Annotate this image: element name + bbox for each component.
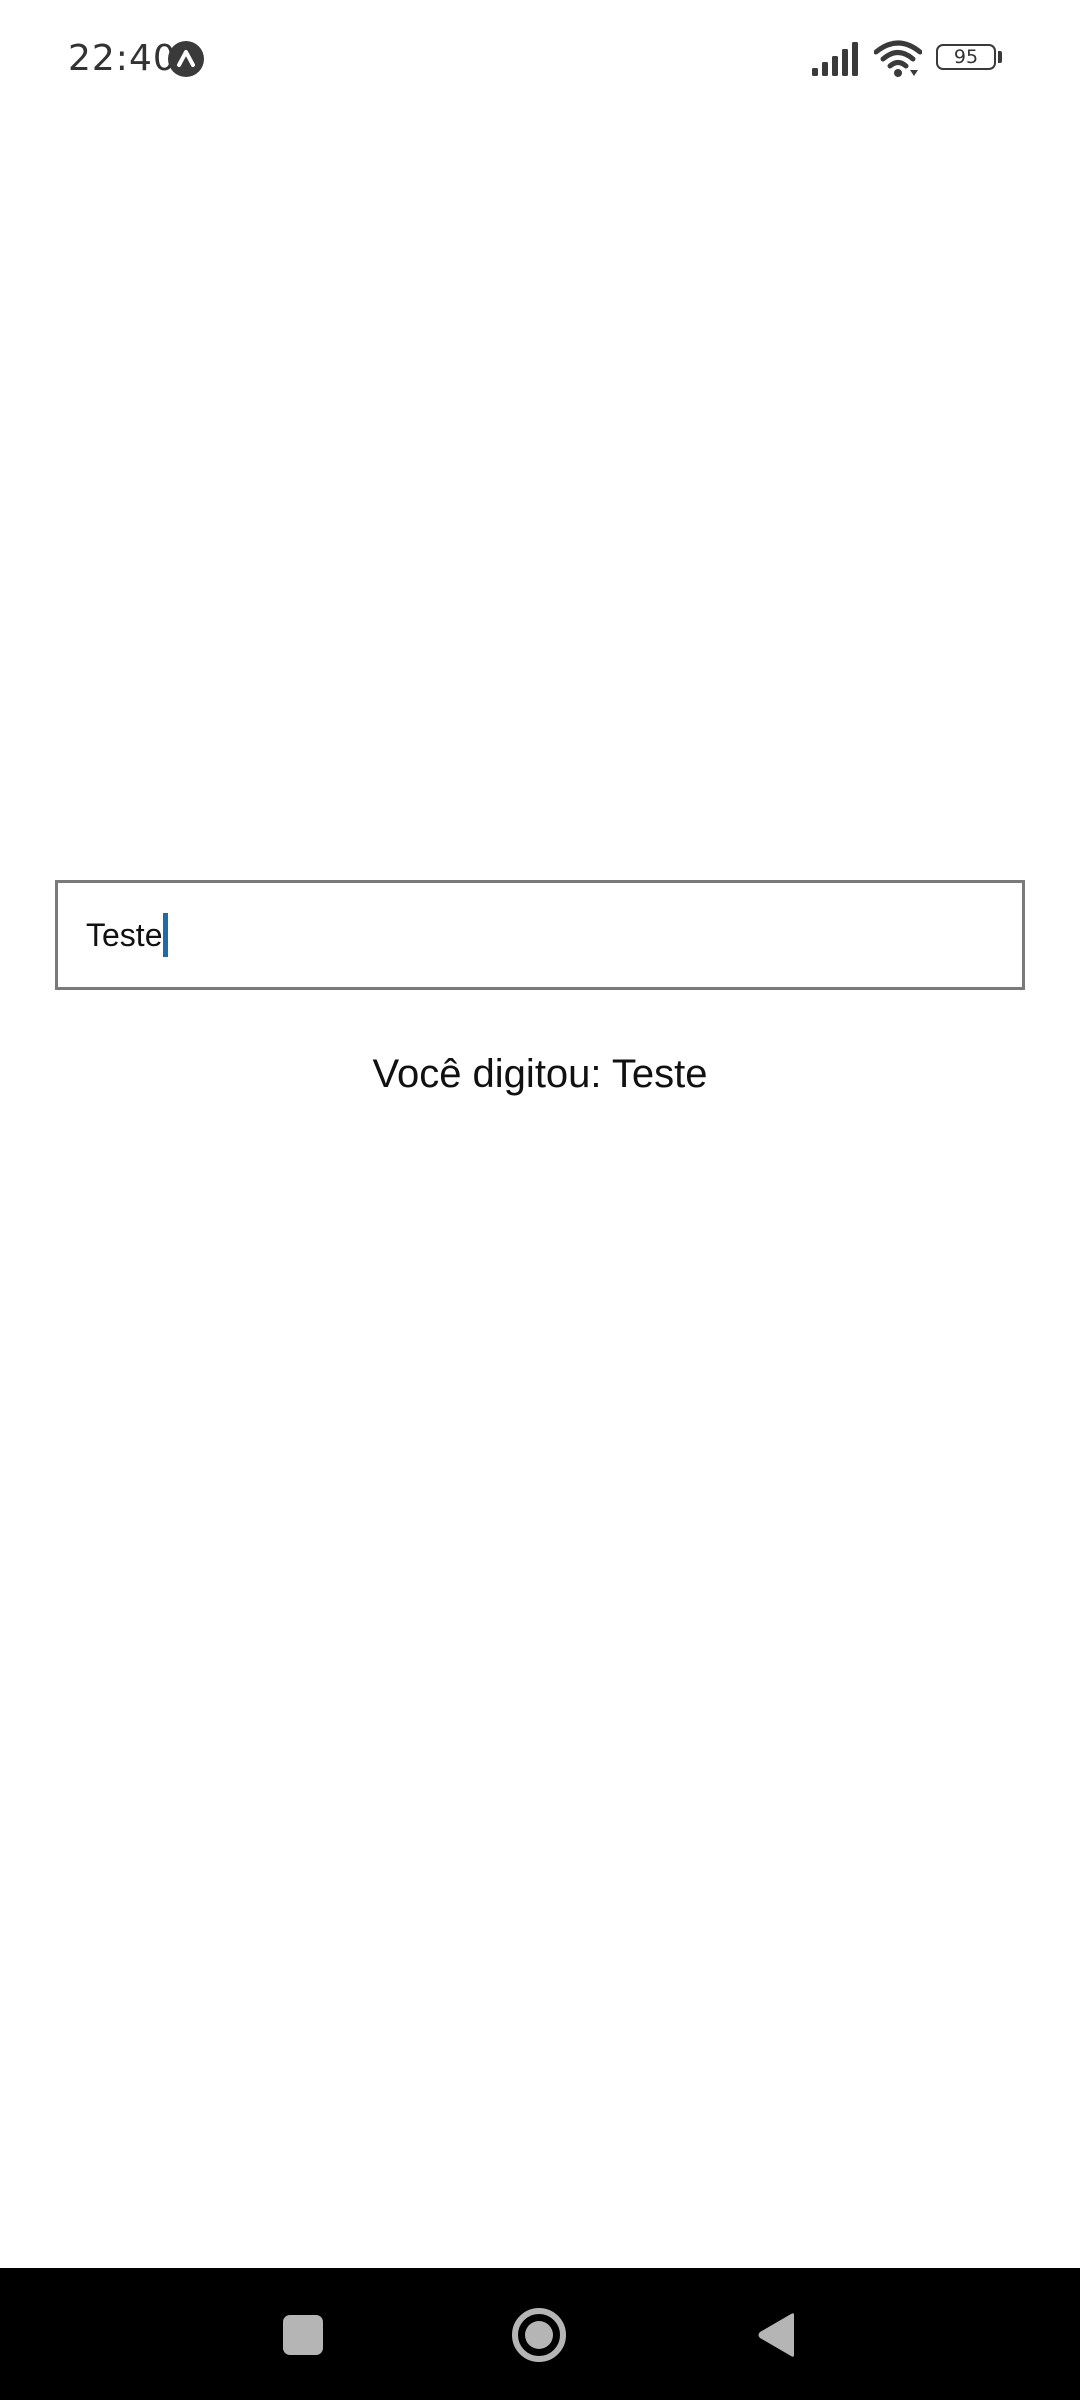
status-time: 22:40 bbox=[68, 38, 177, 79]
battery-tip bbox=[998, 51, 1002, 63]
navigation-bar bbox=[0, 2268, 1080, 2400]
home-icon[interactable] bbox=[511, 2307, 567, 2363]
back-icon[interactable] bbox=[756, 2312, 796, 2358]
status-bar: 22:40 95 bbox=[0, 0, 1080, 120]
battery-indicator: 95 bbox=[936, 44, 1002, 74]
typed-output-text: Você digitou: Teste bbox=[372, 1052, 708, 1096]
battery-level: 95 bbox=[936, 44, 996, 70]
signal-icon bbox=[812, 42, 858, 76]
text-cursor bbox=[163, 913, 169, 957]
recents-icon[interactable] bbox=[283, 2315, 323, 2355]
text-input[interactable]: Teste bbox=[55, 880, 1025, 990]
wifi-icon bbox=[874, 40, 922, 77]
app-notification-icon bbox=[168, 41, 204, 77]
input-value[interactable]: Teste bbox=[86, 913, 162, 957]
